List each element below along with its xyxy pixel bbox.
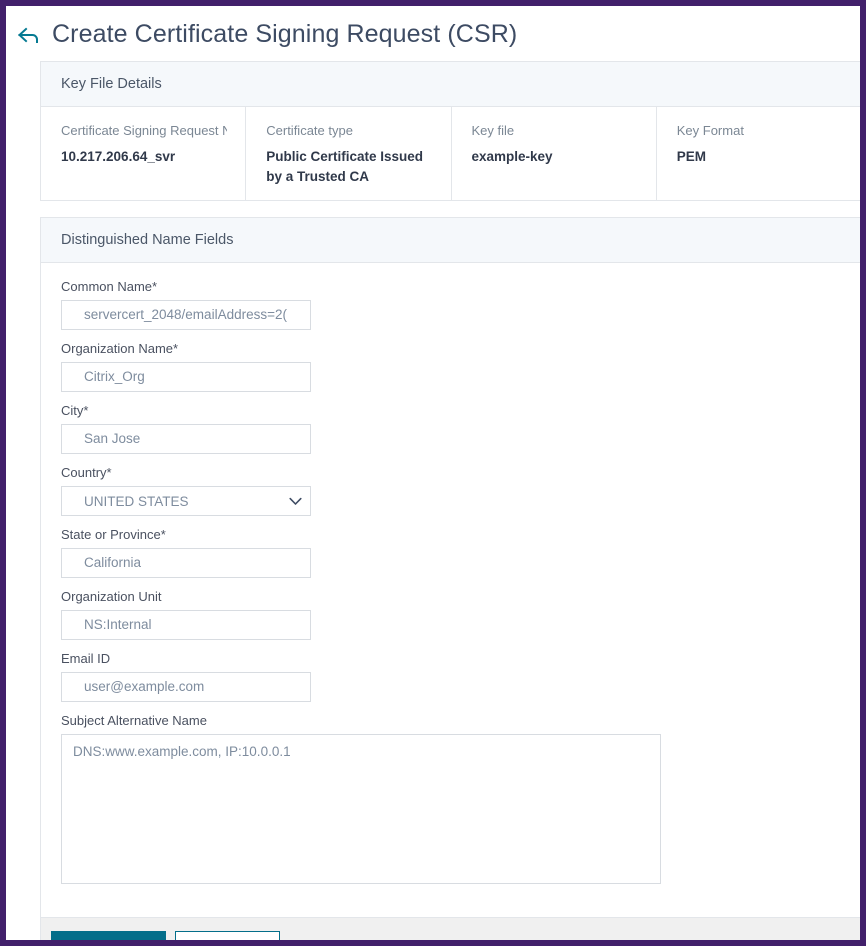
back-arrow-icon[interactable] — [16, 22, 42, 48]
continue-button[interactable]: Continue — [51, 931, 166, 940]
city-input[interactable]: San Jose — [61, 424, 311, 455]
email-id-input[interactable]: user@example.com — [61, 672, 311, 703]
distinguished-name-fields-body: Common Name* servercert_2048/emailAddres… — [41, 263, 860, 917]
distinguished-name-fields-card: Distinguished Name Fields Common Name* s… — [40, 217, 860, 918]
subject-alternative-name-textarea[interactable]: DNS:www.example.com, IP:10.0.0.1 — [61, 734, 661, 885]
field-email-id: Email ID user@example.com — [61, 651, 841, 703]
field-label-common-name: Common Name* — [61, 279, 158, 295]
detail-label: Certificate type — [266, 123, 353, 138]
field-label-city: City* — [61, 403, 89, 419]
detail-label: Certificate Signing Request Name — [61, 123, 227, 138]
field-state-or-province: State or Province* California — [61, 527, 841, 579]
key-file-details-row: Certificate Signing Request Name 10.217.… — [41, 107, 860, 201]
chevron-down-icon — [288, 494, 302, 508]
field-label-email-id: Email ID — [61, 651, 111, 667]
detail-label: Key file — [471, 123, 515, 138]
state-or-province-input[interactable]: California — [61, 548, 311, 579]
cancel-button[interactable]: Cancel — [175, 931, 280, 940]
common-name-input[interactable]: servercert_2048/emailAddress=2( — [61, 300, 311, 331]
footer-action-bar: Continue Cancel — [40, 917, 860, 940]
detail-value: PEM — [676, 149, 707, 164]
key-file-detail-cell-csr-name: Certificate Signing Request Name 10.217.… — [41, 107, 245, 200]
detail-value: 10.217.206.64_svr — [61, 149, 176, 164]
distinguished-name-fields-title: Distinguished Name Fields — [41, 218, 860, 264]
organization-unit-input[interactable]: NS:Internal — [61, 610, 311, 641]
page-title: Create Certificate Signing Request (CSR) — [52, 20, 518, 48]
field-label-organization-name: Organization Name* — [61, 341, 179, 357]
detail-value: Public Certificate Issued by a Trusted C… — [266, 149, 424, 184]
key-file-detail-cell-key-format: Key Format PEM — [655, 107, 860, 201]
key-file-detail-cell-key-file: Key file example-key — [450, 107, 656, 201]
country-select-value: UNITED STATES — [84, 493, 189, 509]
field-organization-name: Organization Name* Citrix_Org — [61, 341, 841, 393]
field-common-name: Common Name* servercert_2048/emailAddres… — [61, 279, 841, 331]
field-country: Country* UNITED STATES — [61, 465, 841, 517]
field-city: City* San Jose — [61, 403, 841, 455]
field-label-country: Country* — [61, 465, 112, 481]
detail-value: example-key — [471, 149, 553, 164]
application-window: Create Certificate Signing Request (CSR)… — [0, 0, 866, 946]
csr-page: Create Certificate Signing Request (CSR)… — [6, 6, 860, 940]
field-organization-unit: Organization Unit NS:Internal — [61, 589, 841, 641]
key-file-details-title: Key File Details — [41, 62, 860, 107]
field-label-organization-unit: Organization Unit — [61, 589, 162, 605]
detail-label: Key Format — [676, 123, 744, 138]
page-header: Create Certificate Signing Request (CSR) — [6, 6, 860, 61]
field-subject-alternative-name: Subject Alternative Name DNS:www.example… — [61, 713, 841, 885]
field-label-subject-alternative-name: Subject Alternative Name — [61, 713, 207, 729]
country-select[interactable]: UNITED STATES — [61, 486, 311, 517]
key-file-details-card: Key File Details Certificate Signing Req… — [40, 61, 860, 202]
key-file-detail-cell-certificate-type: Certificate type Public Certificate Issu… — [245, 107, 450, 201]
organization-name-input[interactable]: Citrix_Org — [61, 362, 311, 393]
field-label-state-or-province: State or Province* — [61, 527, 166, 543]
